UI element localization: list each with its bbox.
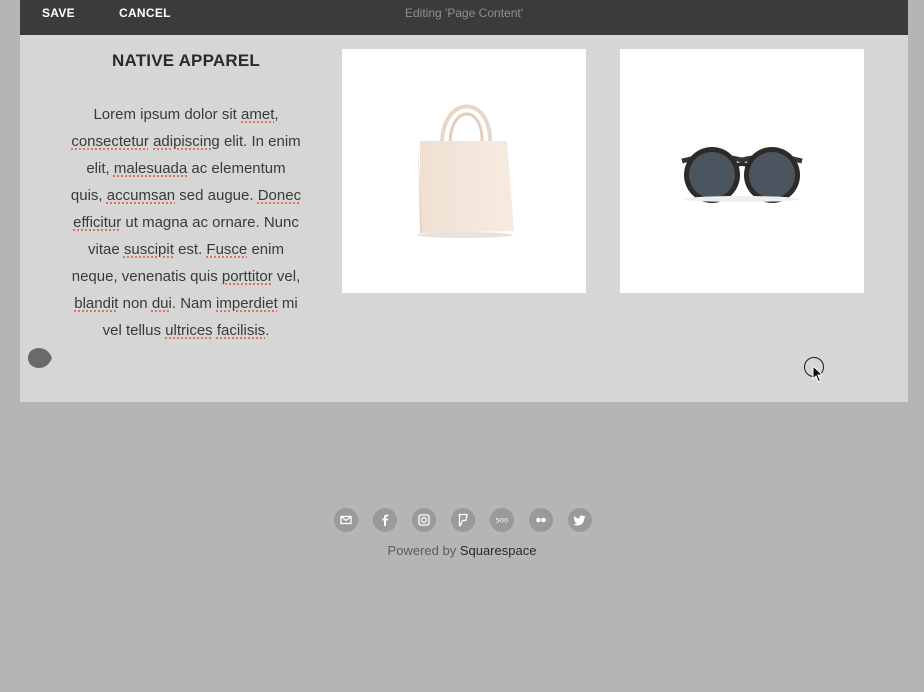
misspelled-word: Fusce	[206, 241, 248, 258]
misspelled-word: consectetur	[71, 133, 149, 150]
misspelled-word: amet	[241, 106, 275, 123]
misspelled-word: porttitor	[221, 268, 273, 285]
block-drag-handle[interactable]	[26, 347, 52, 369]
paragraph-text: vitae	[88, 241, 124, 258]
paragraph-text: enim	[247, 241, 284, 258]
paragraph-text: vel,	[272, 268, 301, 285]
paragraph-text: est.	[173, 241, 207, 258]
misspelled-word: malesuada	[113, 160, 188, 177]
paragraph-text: sed augue.	[175, 187, 258, 204]
squarespace-link[interactable]: Squarespace	[460, 543, 537, 558]
facebook-icon[interactable]	[373, 508, 397, 532]
paragraph-text: .	[265, 322, 270, 339]
svg-text:500: 500	[496, 517, 508, 525]
foursquare-icon[interactable]	[451, 508, 475, 532]
tote-bag-image[interactable]	[342, 49, 586, 293]
misspelled-word: Donec	[257, 187, 302, 204]
paragraph-text: Lorem ipsum dolor sit	[93, 106, 242, 123]
paragraph-text: mi	[277, 295, 298, 312]
paragraph-text: non	[118, 295, 152, 312]
page-content-editor[interactable]: NATIVE APPAREL Lorem ipsum dolor sit ame…	[20, 35, 908, 402]
paragraph-text: neque, venenatis quis	[71, 268, 222, 285]
body-paragraph[interactable]: Lorem ipsum dolor sit amet, consectetur a…	[60, 101, 312, 344]
powered-by: Powered by Squarespace	[0, 543, 924, 558]
social-links: 500	[334, 508, 594, 532]
misspelled-word: suscipit	[123, 241, 174, 258]
paragraph-text: elit. In enim	[219, 133, 301, 150]
misspelled-word: dui	[151, 295, 172, 312]
mouse-cursor-icon	[812, 365, 824, 383]
misspelled-word: adipiscing	[153, 133, 220, 150]
paragraph-text: . Nam	[171, 295, 217, 312]
flickr-icon[interactable]	[529, 508, 553, 532]
editing-title: Editing 'Page Content'	[405, 6, 523, 20]
twitter-icon[interactable]	[568, 508, 592, 532]
misspelled-word: efficitur	[73, 214, 122, 231]
instagram-icon[interactable]	[412, 508, 436, 532]
paragraph-text: ac elementum	[187, 160, 286, 177]
powered-by-label: Powered by	[387, 543, 460, 558]
paragraph-text: vel tellus	[102, 322, 166, 339]
editor-toolbar: SAVE CANCEL Editing 'Page Content'	[20, 0, 908, 35]
paragraph-text: ,	[274, 106, 279, 123]
email-icon[interactable]	[334, 508, 358, 532]
misspelled-word: facilisis	[216, 322, 266, 339]
500px-icon[interactable]: 500	[490, 508, 514, 532]
paragraph-text: elit,	[86, 160, 114, 177]
misspelled-word: ultrices	[165, 322, 213, 339]
page-heading[interactable]: NATIVE APPAREL	[65, 51, 307, 71]
sunglasses-image[interactable]	[620, 49, 864, 293]
paragraph-text: quis,	[70, 187, 107, 204]
paragraph-text: ut magna ac ornare. Nunc	[121, 214, 299, 231]
misspelled-word: imperdiet	[216, 295, 278, 312]
misspelled-word: accumsan	[106, 187, 176, 204]
misspelled-word: blandit	[74, 295, 119, 312]
